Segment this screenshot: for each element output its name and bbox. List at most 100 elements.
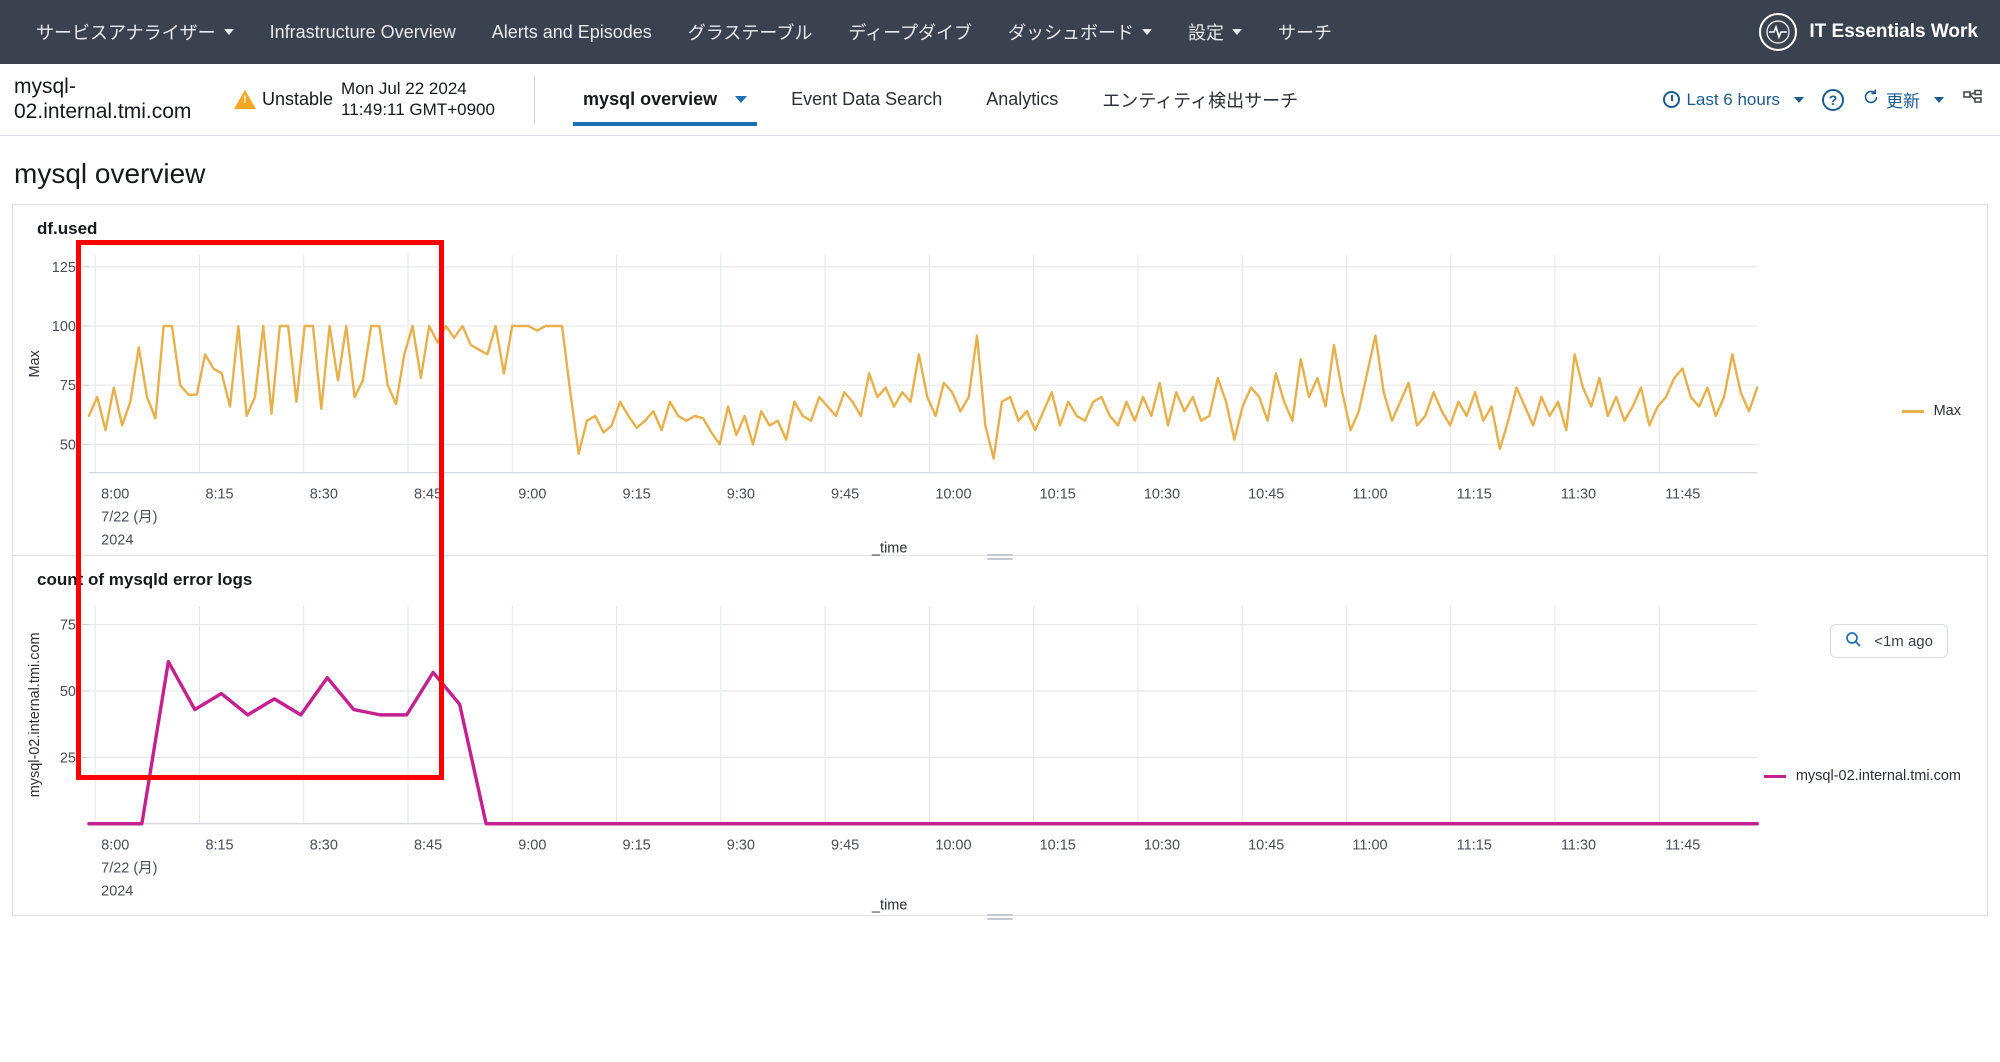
chart-mysqld-error-logs[interactable]: 25 50 75 8:00 8:15 8:30 8:45 9:00 9:15 9:30 9:45 10…: [13, 590, 1987, 916]
svg-text:9:00: 9:00: [518, 838, 546, 854]
svg-text:25: 25: [60, 750, 76, 766]
svg-text:9:15: 9:15: [623, 838, 651, 854]
nav-item-0[interactable]: サービスアナライザー: [18, 0, 252, 64]
svg-text:8:15: 8:15: [205, 487, 233, 503]
brand-area[interactable]: IT Essentials Work: [1759, 13, 1978, 51]
search-freshness-chip[interactable]: <1m ago: [1830, 624, 1948, 658]
panel-resize-handle[interactable]: [987, 912, 1013, 920]
nav-item-5-label: ダッシュボード: [1008, 23, 1135, 43]
svg-text:10:00: 10:00: [935, 487, 971, 503]
tab-analytics-label: Analytics: [986, 89, 1059, 109]
refresh-label: 更新: [1886, 92, 1920, 111]
svg-text:8:30: 8:30: [310, 838, 338, 854]
panel-mysqld-error-logs-title: count of mysqld error logs: [37, 570, 253, 589]
nav-item-3[interactable]: グラステーブル: [670, 0, 831, 64]
svg-text:11:45: 11:45: [1665, 487, 1700, 503]
nav-item-1-label: Infrastructure Overview: [269, 21, 456, 42]
tab-event-data-search-label: Event Data Search: [791, 89, 943, 109]
legend-label-max: Max: [1933, 403, 1961, 419]
nav-item-5[interactable]: ダッシュボード: [990, 0, 1170, 64]
panel-mysqld-error-logs: count of mysqld error logs 25 50 75 8:00 8:1…: [12, 556, 1988, 920]
legend-mysqld-error-logs: mysql-02.internal.tmi.com: [1763, 768, 1961, 784]
chart-df-used-svg[interactable]: 50 75 100 125 8:00 8:15 8:30 8:45 9:00 9:15 9:30 9:…: [13, 239, 1987, 559]
question-mark-icon[interactable]: ?: [1822, 88, 1844, 111]
clock-icon: [1663, 91, 1681, 108]
refresh-icon: [1862, 88, 1880, 111]
svg-text:10:30: 10:30: [1144, 487, 1180, 503]
entity-title: mysql-02.internal.tmi.com: [14, 74, 192, 123]
warning-triangle-icon: [234, 90, 256, 109]
tab-entity-detection-search[interactable]: エンティティ検出サーチ: [1080, 64, 1320, 136]
svg-text:10:45: 10:45: [1248, 838, 1284, 854]
svg-text:8:15: 8:15: [205, 838, 233, 854]
legend-swatch-max: [1901, 409, 1924, 413]
svg-text:10:15: 10:15: [1040, 487, 1076, 503]
legend-swatch-host: [1763, 774, 1786, 778]
svg-text:11:15: 11:15: [1457, 838, 1492, 854]
svg-text:10:30: 10:30: [1144, 838, 1180, 854]
svg-text:2024: 2024: [101, 884, 133, 900]
svg-text:50: 50: [60, 437, 76, 453]
svg-text:8:00: 8:00: [101, 838, 129, 854]
panel-resize-handle[interactable]: [987, 552, 1013, 560]
svg-text:11:30: 11:30: [1561, 487, 1596, 503]
svg-text:Max: Max: [27, 349, 43, 377]
svg-text:10:00: 10:00: [935, 838, 971, 854]
tab-event-data-search[interactable]: Event Data Search: [769, 64, 964, 136]
nav-item-4-label: ディープダイブ: [848, 23, 973, 43]
time-range-picker[interactable]: Last 6 hours: [1663, 90, 1804, 110]
brand-label: IT Essentials Work: [1809, 21, 1978, 42]
nav-item-1[interactable]: Infrastructure Overview: [252, 0, 474, 64]
header-divider: [534, 75, 536, 124]
panel-df-used-title: df.used: [37, 219, 98, 238]
tab-mysql-overview[interactable]: mysql overview: [561, 64, 769, 136]
chevron-down-icon: [1232, 29, 1243, 35]
hierarchy-icon[interactable]: [1962, 89, 1984, 111]
svg-text:50: 50: [60, 684, 76, 700]
svg-text:8:45: 8:45: [414, 838, 442, 854]
tab-entity-detection-search-label: エンティティ検出サーチ: [1102, 90, 1299, 111]
tab-analytics[interactable]: Analytics: [964, 64, 1080, 136]
refresh-button[interactable]: 更新: [1862, 87, 1944, 112]
svg-text:11:00: 11:00: [1352, 487, 1387, 503]
nav-item-7-label: サーチ: [1278, 23, 1333, 43]
svg-text:7/22 (月): 7/22 (月): [101, 510, 157, 526]
search-freshness-label: <1m ago: [1874, 632, 1933, 650]
tab-mysql-overview-label: mysql overview: [583, 89, 718, 109]
svg-text:9:30: 9:30: [727, 487, 755, 503]
svg-text:_time: _time: [871, 898, 907, 914]
nav-item-2[interactable]: Alerts and Episodes: [474, 0, 670, 64]
svg-text:9:45: 9:45: [831, 487, 859, 503]
svg-text:_time: _time: [871, 541, 907, 557]
entity-subheader: mysql-02.internal.tmi.com Unstable Mon J…: [0, 64, 2000, 136]
search-icon: [1845, 631, 1862, 652]
entity-status: Unstable Mon Jul 22 2024 11:49:11 GMT+09…: [234, 79, 516, 120]
nav-item-3-label: グラステーブル: [687, 23, 813, 43]
nav-item-4[interactable]: ディープダイブ: [830, 0, 990, 64]
top-navigation-bar: サービスアナライザー Infrastructure Overview Alert…: [0, 0, 2000, 64]
chevron-down-icon: [1142, 29, 1153, 35]
status-timestamp: Mon Jul 22 2024 11:49:11 GMT+0900: [341, 78, 495, 119]
chevron-down-icon: [1794, 96, 1804, 103]
chevron-down-icon: [223, 29, 234, 35]
legend-label-host: mysql-02.internal.tmi.com: [1795, 768, 1961, 784]
svg-text:mysql-02.internal.tmi.com: mysql-02.internal.tmi.com: [27, 632, 43, 797]
chart-df-used[interactable]: 50 75 100 125 8:00 8:15 8:30 8:45 9:00 9:15 9:30 9:…: [13, 239, 1987, 559]
svg-text:125: 125: [52, 260, 76, 276]
svg-text:9:30: 9:30: [727, 838, 755, 854]
panel-df-used: df.used 50 75 100 125 8:00 8:15 8:30 8:45 9:00 9:…: [12, 204, 1988, 560]
nav-item-6[interactable]: 設定: [1170, 0, 1260, 64]
page-title: mysql overview: [14, 158, 206, 189]
legend-df-used: Max: [1901, 403, 1961, 419]
svg-text:9:45: 9:45: [831, 838, 859, 854]
nav-item-6-label: 設定: [1188, 23, 1225, 43]
svg-text:10:15: 10:15: [1040, 838, 1076, 854]
nav-item-2-label: Alerts and Episodes: [491, 21, 652, 42]
pulse-circle-icon: [1759, 13, 1798, 51]
chart-mysqld-error-logs-svg[interactable]: 25 50 75 8:00 8:15 8:30 8:45 9:00 9:15 9:30 9:45 10…: [13, 590, 1987, 916]
svg-text:7/22 (月): 7/22 (月): [101, 861, 157, 877]
svg-text:2024: 2024: [101, 533, 133, 549]
nav-item-0-label: サービスアナライザー: [36, 23, 216, 43]
nav-item-7[interactable]: サーチ: [1260, 0, 1350, 64]
svg-text:11:00: 11:00: [1352, 838, 1387, 854]
